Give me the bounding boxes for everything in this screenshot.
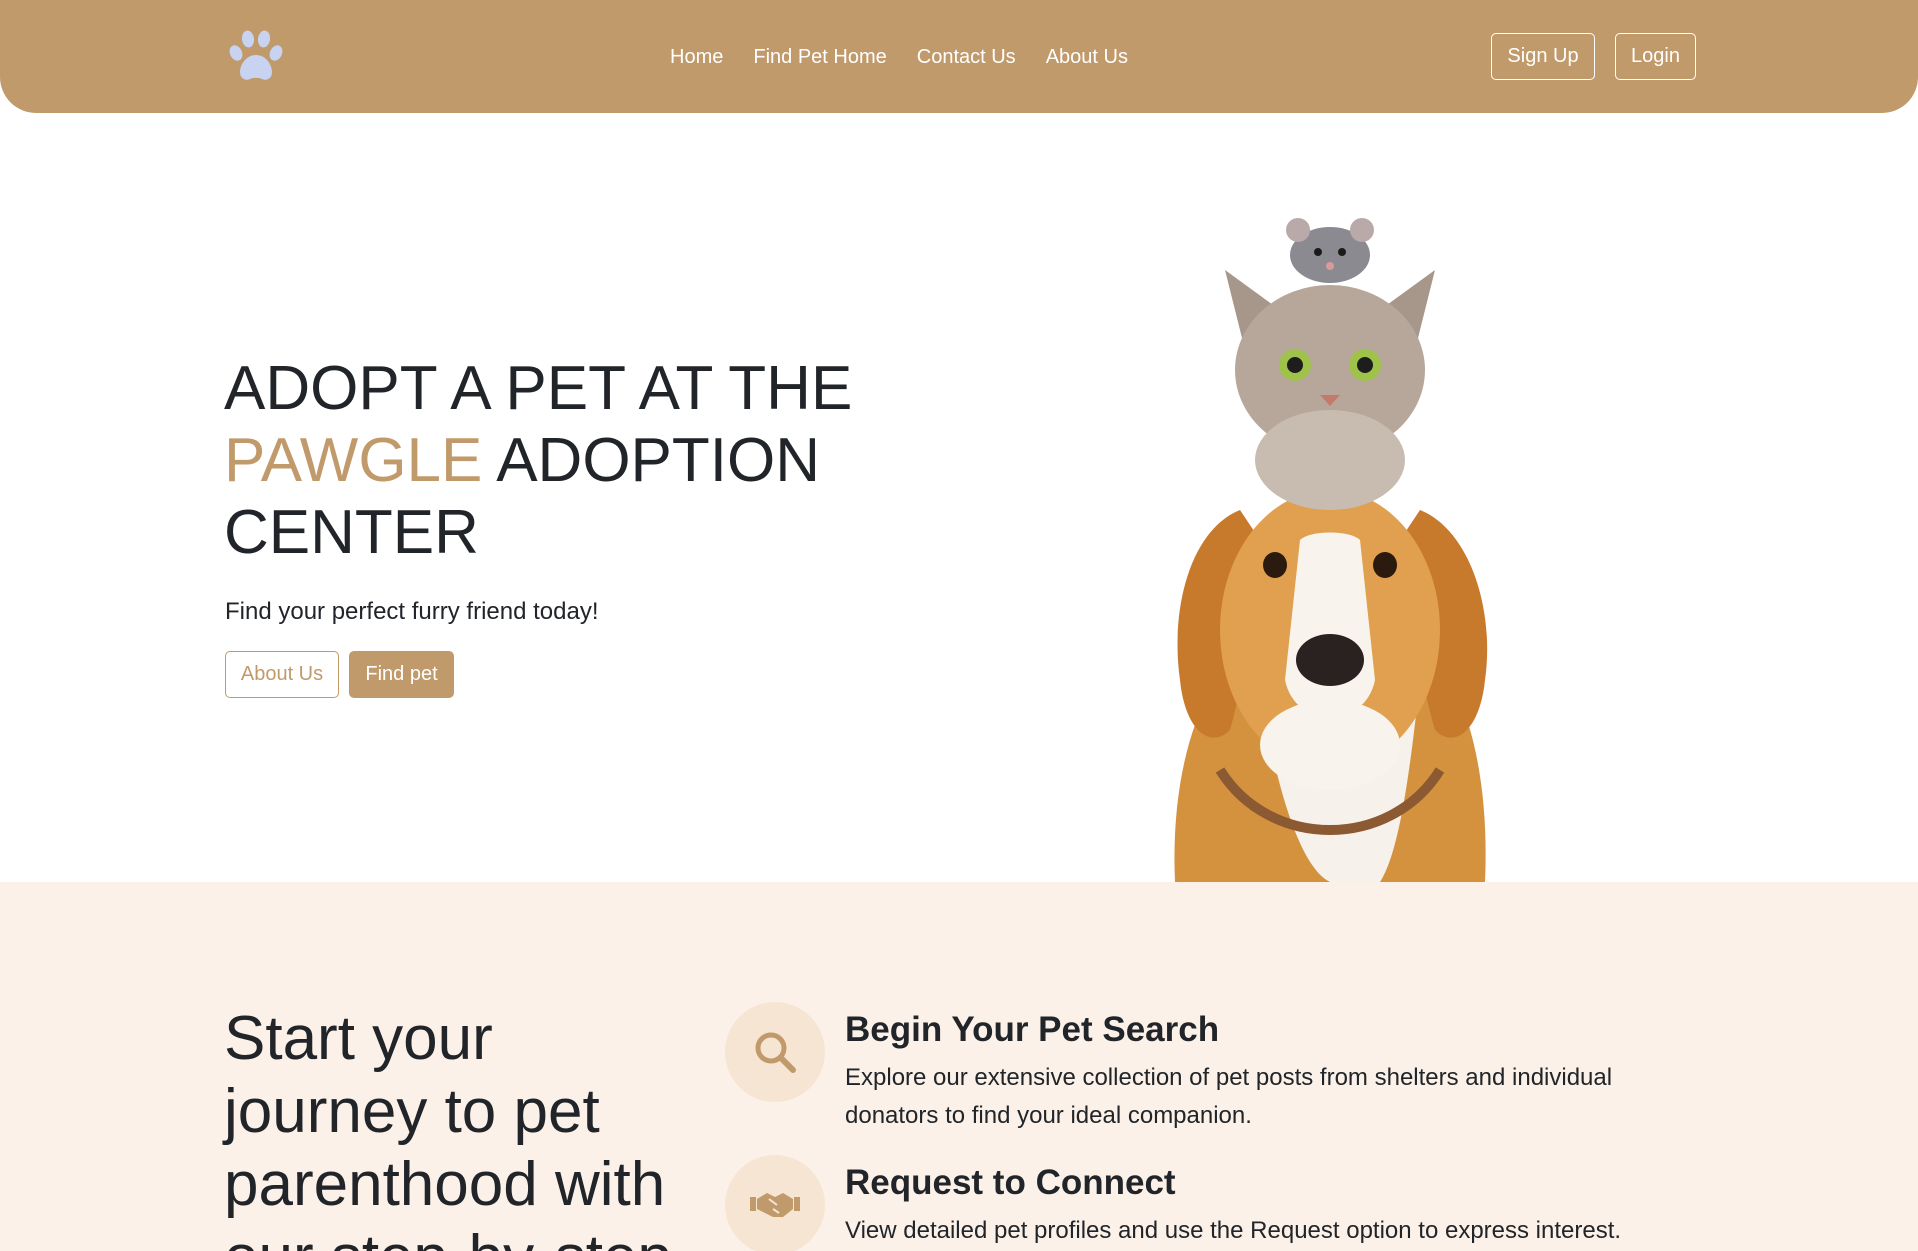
login-button[interactable]: Login	[1615, 33, 1696, 80]
nav-link-contact-us[interactable]: Contact Us	[917, 44, 1016, 70]
step-title-pet-search: Begin Your Pet Search	[845, 1010, 1220, 1049]
hero-title: ADOPT A PET AT THE PAWGLE ADOPTION CENTE…	[224, 353, 924, 569]
sign-up-button[interactable]: Sign Up	[1491, 33, 1595, 80]
hero-subtitle: Find your perfect furry friend today!	[225, 598, 599, 625]
step-desc-request-connect: View detailed pet profiles and use the R…	[845, 1217, 1622, 1244]
hero-title-accent: PAWGLE	[224, 426, 483, 495]
search-icon	[725, 1002, 825, 1102]
paw-icon[interactable]	[226, 27, 286, 87]
find-pet-button[interactable]: Find pet	[349, 651, 454, 698]
nav-link-home[interactable]: Home	[670, 44, 723, 70]
nav-link-find-pet-home[interactable]: Find Pet Home	[753, 44, 886, 70]
hero-title-part1: ADOPT A PET AT THE	[224, 354, 853, 423]
handshake-icon	[725, 1155, 825, 1251]
pet-stack-illustration	[1130, 210, 1530, 882]
journey-section: Start your journey to pet parenthood wit…	[0, 882, 1918, 1251]
journey-title: Start your journey to pet parenthood wit…	[224, 1004, 672, 1251]
about-us-button[interactable]: About Us	[225, 651, 339, 698]
main-nav: Home Find Pet Home Contact Us About Us	[670, 44, 1128, 70]
step-desc-pet-search: Explore our extensive collection of pet …	[845, 1064, 1613, 1129]
step-title-request-connect: Request to Connect	[845, 1163, 1176, 1202]
navbar: Home Find Pet Home Contact Us About Us S…	[0, 0, 1918, 113]
nav-link-about-us[interactable]: About Us	[1046, 44, 1128, 70]
